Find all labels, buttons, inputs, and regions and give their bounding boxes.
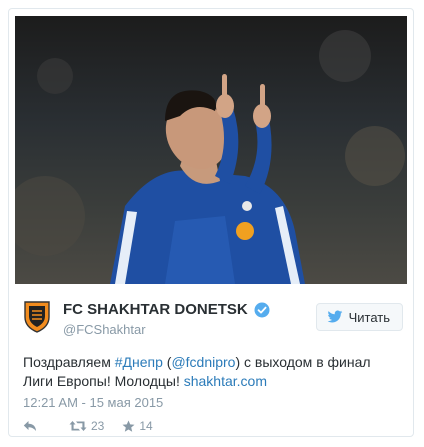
author-handle[interactable]: @FCShakhtar [63,322,146,337]
tweet-timestamp[interactable]: 12:21 AM - 15 мая 2015 [23,395,163,410]
hashtag-link[interactable]: #Днепр [115,354,163,370]
tweet-photo[interactable] [15,16,407,284]
favorite-count: 14 [139,419,153,433]
author-name[interactable]: FC SHAKHTAR DONETSK [63,301,248,318]
retweet-button[interactable]: 23 [69,419,104,433]
twitter-bird-icon [327,310,342,323]
author-name-row[interactable]: FC SHAKHTAR DONETSK [63,301,270,318]
tweet-text: Поздравляем #Днепр (@fcdnipro) с выходом… [23,353,403,391]
retweet-icon [69,421,87,431]
reply-icon [23,421,36,431]
verified-badge-icon [254,302,270,317]
celebrating-player-image [15,30,405,284]
tweet-actions: 23 14 [23,417,153,435]
url-link[interactable]: shakhtar.com [184,373,267,389]
reply-button[interactable] [23,420,37,432]
retweet-count: 23 [91,419,105,433]
shakhtar-logo-avatar[interactable] [23,299,51,333]
mention-link[interactable]: @fcdnipro [171,354,235,370]
follow-button[interactable]: Читать [315,303,403,331]
follow-button-label: Читать [348,309,390,325]
favorite-button[interactable]: 14 [122,419,153,433]
embedded-tweet: FC SHAKHTAR DONETSK @FCShakhtar Читать П… [8,8,414,437]
tweet-text-part1: Поздравляем [23,354,115,370]
tweet-header: FC SHAKHTAR DONETSK @FCShakhtar Читать [23,297,403,345]
star-icon [122,420,135,432]
